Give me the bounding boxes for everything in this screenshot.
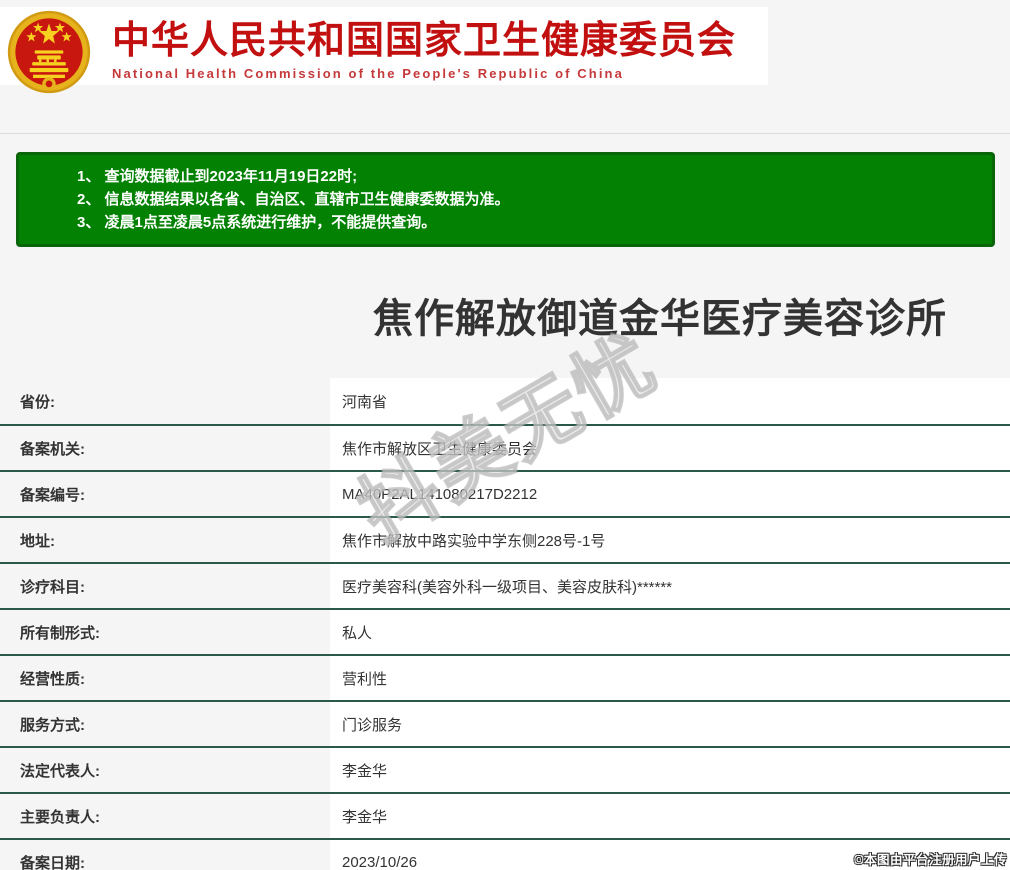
china-national-emblem-icon [7,10,91,94]
field-label: 备案日期: [20,854,85,870]
table-row-medical-subjects: 诊疗科目: 医疗美容科(美容外科一级项目、美容皮肤科)****** [0,562,1010,608]
table-row-filing-authority: 备案机关: 焦作市解放区卫生健康委员会 [0,424,1010,470]
field-label: 法定代表人: [20,762,100,780]
notice-box: 1、 查询数据截止到2023年11月19日22时; 2、 信息数据结果以各省、自… [16,152,995,247]
field-value: 焦作市解放中路实验中学东侧228号-1号 [330,518,1010,562]
table-row-filing-number: 备案编号: MA40P2AL141080217D2212 [0,470,1010,516]
field-value: 门诊服务 [330,702,1010,746]
record-title: 焦作解放御道金华医疗美容诊所 [373,297,947,341]
field-label: 所有制形式: [20,624,100,642]
table-row-address: 地址: 焦作市解放中路实验中学东侧228号-1号 [0,516,1010,562]
header-title-zh: 中华人民共和国国家卫生健康委员会 [112,20,737,62]
header-band: 中华人民共和国国家卫生健康委员会 National Health Commiss… [0,7,768,85]
field-value: 焦作市解放区卫生健康委员会 [330,426,1010,470]
field-label: 备案编号: [20,486,85,504]
copyright-watermark: ©本图由平台注册用户上传 [854,853,1007,867]
header-titles: 中华人民共和国国家卫生健康委员会 National Health Commiss… [112,19,762,81]
table-row-legal-representative: 法定代表人: 李金华 [0,746,1010,792]
notice-line-1: 1、 查询数据截止到2023年11月19日22时; [77,168,358,185]
header-divider [0,133,1010,134]
field-value: 河南省 [330,378,1010,424]
table-row-ownership: 所有制形式: 私人 [0,608,1010,654]
field-label: 经营性质: [20,670,85,688]
field-value: 李金华 [330,794,1010,838]
notice-line-3: 3、 凌晨1点至凌晨5点系统进行维护，不能提供查询。 [77,214,437,231]
record-info-table: 省份: 河南省 备案机关: 焦作市解放区卫生健康委员会 备案编号: MA40P2… [0,378,1010,870]
field-label: 地址: [20,532,55,550]
table-row-province: 省份: 河南省 [0,378,1010,424]
header-title-en: National Health Commission of the People… [112,66,624,81]
field-label: 省份: [20,393,55,411]
field-label: 服务方式: [20,716,85,734]
field-value: MA40P2AL141080217D2212 [330,472,1010,516]
field-label: 主要负责人: [20,808,100,826]
field-label: 诊疗科目: [20,578,85,596]
field-value: 医疗美容科(美容外科一级项目、美容皮肤科)****** [330,564,1010,608]
page: 中华人民共和国国家卫生健康委员会 National Health Commiss… [0,0,1010,870]
notice-line-2: 2、 信息数据结果以各省、自治区、直辖市卫生健康委数据为准。 [77,191,510,208]
field-label: 备案机关: [20,440,85,458]
field-value: 营利性 [330,656,1010,700]
table-row-business-nature: 经营性质: 营利性 [0,654,1010,700]
field-value: 私人 [330,610,1010,654]
table-row-service-mode: 服务方式: 门诊服务 [0,700,1010,746]
field-value: 李金华 [330,748,1010,792]
table-row-principal: 主要负责人: 李金华 [0,792,1010,838]
